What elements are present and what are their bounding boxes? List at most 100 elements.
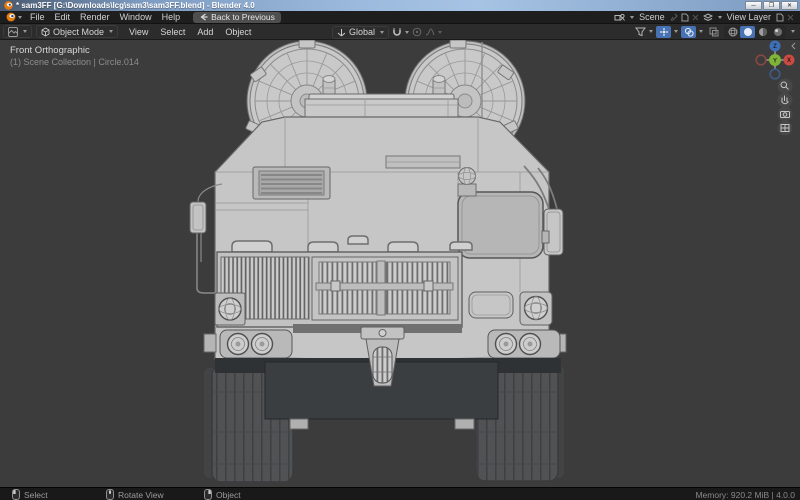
left-mouse-icon: [12, 489, 20, 500]
menu-view[interactable]: View: [123, 27, 154, 37]
status-select: Select: [12, 488, 48, 500]
ortho-toggle-button[interactable]: [777, 120, 793, 136]
falloff-curve-icon: [425, 28, 435, 36]
magnet-icon: [393, 28, 401, 36]
menu-edit[interactable]: Edit: [50, 11, 76, 23]
roof-box[interactable]: [304, 93, 459, 119]
chevron-down-icon: [699, 30, 703, 33]
chevron-down-icon: [649, 30, 653, 33]
cab-panel-strip[interactable]: [385, 155, 461, 169]
hood-side-panel[interactable]: [468, 291, 514, 319]
navigation-gizmo[interactable]: Z X Y: [755, 40, 795, 80]
chevron-down-icon: [23, 30, 27, 33]
menu-select[interactable]: Select: [154, 27, 191, 37]
right-mouse-icon: [204, 489, 212, 500]
proportional-editing-toggle[interactable]: [412, 27, 422, 37]
pin-icon[interactable]: [670, 13, 678, 22]
shading-solid-button[interactable]: [740, 25, 755, 38]
svg-text:X: X: [787, 58, 791, 64]
shading-wireframe-button[interactable]: [725, 26, 740, 38]
vent-grille[interactable]: [252, 166, 331, 200]
gizmo-axis-z-neg[interactable]: [769, 68, 781, 80]
shading-mode-group: [724, 24, 786, 39]
radiator-grille[interactable]: [216, 251, 463, 328]
proportional-editing-icon: [412, 27, 422, 37]
menu-render[interactable]: Render: [75, 11, 115, 23]
headlight-left[interactable]: [214, 292, 246, 326]
close-icon[interactable]: [787, 14, 794, 21]
object-mode-cube-icon: [41, 26, 50, 37]
xray-toggle[interactable]: [706, 26, 721, 38]
visibility-funnel-icon: [635, 27, 646, 37]
back-to-previous-button[interactable]: Back to Previous: [193, 11, 281, 23]
shading-rendered-button[interactable]: [770, 26, 785, 38]
mode-dropdown[interactable]: Object Mode: [36, 25, 119, 38]
orientation-axes-icon: [337, 28, 346, 36]
window-title: * sam3FF [G:\Downloads\lcg\sam3\sam3FF.b…: [16, 1, 255, 10]
status-rotate-view: Rotate View: [106, 488, 164, 500]
view-layer-selector[interactable]: View Layer: [702, 12, 794, 22]
svg-text:Y: Y: [773, 58, 777, 64]
chevron-down-icon: [630, 15, 635, 19]
show-overlays-toggle[interactable]: [681, 25, 696, 38]
viewport-editor-icon: [8, 26, 18, 37]
breadcrumb: (1) Scene Collection | Circle.014: [10, 57, 139, 67]
view-layer-name: View Layer: [726, 12, 771, 22]
middle-mouse-icon: [106, 489, 114, 500]
close-icon[interactable]: [692, 14, 699, 21]
chevron-down-icon: [717, 15, 722, 19]
zoom-button[interactable]: [777, 78, 793, 94]
snap-toggle[interactable]: [392, 27, 410, 37]
editor-type-button[interactable]: [3, 25, 32, 38]
chevron-down-icon: [18, 15, 22, 19]
new-scene-icon[interactable]: [681, 13, 689, 22]
lights-right[interactable]: [487, 329, 567, 359]
viewport-header: Object Mode View Select Add Object Globa…: [0, 24, 800, 40]
menu-object[interactable]: Object: [219, 27, 257, 37]
view-label: Front Orthographic: [10, 45, 90, 56]
chevron-down-icon: [380, 30, 385, 34]
wireframe-sphere-icon: [728, 27, 737, 36]
shading-material-button[interactable]: [755, 26, 770, 38]
scene-selector[interactable]: Scene: [614, 12, 699, 22]
overlays-icon: [684, 27, 694, 37]
memory-stats: Memory: 920.2 MiB | 4.0.0: [695, 489, 795, 500]
viewport-canvas[interactable]: [0, 40, 800, 487]
maximize-button[interactable]: ❐: [763, 1, 780, 10]
gizmo-axis-x-neg[interactable]: [755, 54, 767, 66]
minimize-button[interactable]: ─: [745, 1, 762, 10]
viewport-controls: Z X Y: [755, 40, 796, 136]
menu-help[interactable]: Help: [157, 11, 186, 23]
menu-window[interactable]: Window: [115, 11, 157, 23]
new-layer-icon[interactable]: [776, 13, 784, 22]
rendered-sphere-icon: [773, 27, 782, 36]
status-object: Object: [204, 488, 241, 500]
proportional-falloff-dropdown[interactable]: [425, 27, 443, 37]
viewport-3d[interactable]: Front Orthographic (1) Scene Collection …: [0, 40, 800, 487]
chevron-down-icon: [438, 30, 443, 34]
orientation-label: Global: [349, 27, 376, 37]
close-button[interactable]: ✕: [781, 1, 798, 10]
transform-orientation-dropdown[interactable]: Global: [332, 25, 390, 39]
sidebar-collapse-icon[interactable]: [791, 42, 796, 50]
blender-logo-icon: [6, 12, 16, 22]
material-sphere-icon: [758, 27, 767, 36]
show-gizmos-toggle[interactable]: [656, 25, 671, 38]
view-layer-icon: [702, 12, 713, 21]
menu-add[interactable]: Add: [191, 27, 219, 37]
camera-view-button[interactable]: [777, 106, 793, 122]
pan-button[interactable]: [777, 92, 793, 108]
menu-file[interactable]: File: [25, 11, 50, 23]
sensor-ball[interactable]: [457, 167, 477, 197]
blender-logo-icon: [4, 1, 13, 10]
solid-sphere-icon: [743, 27, 752, 36]
status-bar: Select Rotate View Object Memory: 920.2 …: [0, 487, 800, 500]
mode-label: Object Mode: [53, 26, 105, 37]
object-visibility-dropdown[interactable]: [635, 26, 653, 37]
svg-text:Z: Z: [773, 44, 777, 50]
app-menu-button[interactable]: [3, 12, 25, 22]
headlight-right[interactable]: [519, 291, 553, 326]
chevron-down-icon: [405, 30, 410, 34]
xray-icon: [709, 27, 718, 36]
chevron-down-icon: [791, 30, 795, 33]
